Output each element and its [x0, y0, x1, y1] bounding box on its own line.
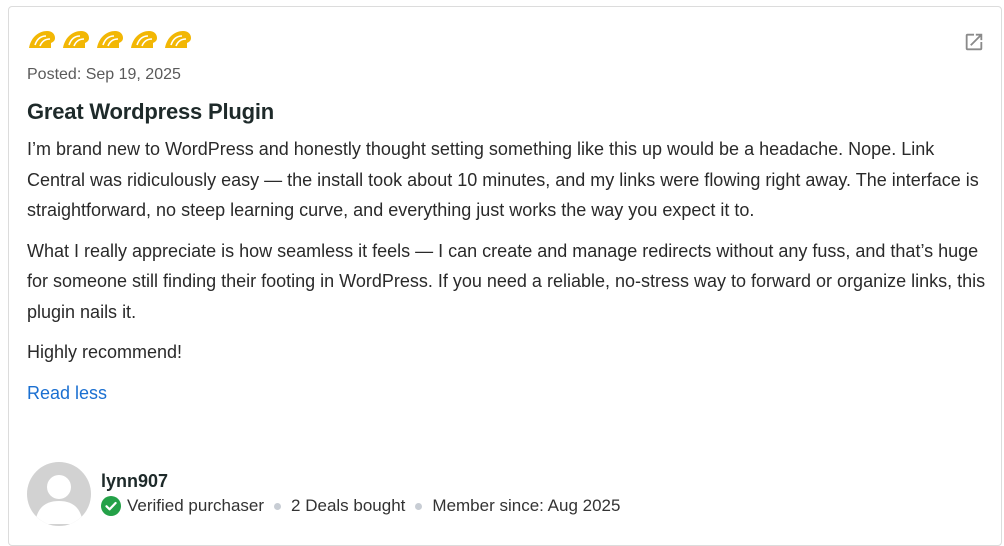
taco-star-icon: [97, 31, 123, 48]
taco-star-icon: [29, 31, 55, 48]
deals-bought-label: 2 Deals bought: [291, 496, 406, 515]
reviewer-info: lynn907 Verified purchaser 2 Deals bough…: [101, 462, 620, 516]
read-less-link[interactable]: Read less: [27, 378, 107, 408]
member-since-label: Member since: Aug 2025: [432, 496, 621, 515]
reviewer-meta: Verified purchaser 2 Deals bought Member…: [101, 496, 620, 516]
review-paragraph: I’m brand new to WordPress and honestly …: [27, 139, 979, 220]
check-circle-icon: [101, 496, 121, 516]
verified-purchaser-label: Verified purchaser: [127, 496, 265, 515]
taco-star-icon: [165, 31, 191, 48]
review-paragraph: What I really appreciate is how seamless…: [27, 240, 986, 322]
taco-star-icon: [63, 31, 89, 48]
posted-date: Posted: Sep 19, 2025: [27, 66, 181, 83]
taco-star-icon: [131, 31, 157, 48]
external-link-icon[interactable]: [963, 31, 985, 53]
separator-dot: [415, 502, 423, 510]
review-title: Great Wordpress Plugin: [27, 99, 275, 124]
user-avatar-icon: [35, 475, 83, 524]
reviewer: lynn907 Verified purchaser 2 Deals bough…: [27, 462, 620, 526]
rating-stars: [27, 28, 193, 52]
separator-dot: [274, 502, 282, 510]
review-card: Posted: Sep 19, 2025 Great Wordpress Plu…: [8, 6, 1002, 546]
avatar: [27, 462, 91, 526]
review-paragraph: Highly recommend!: [27, 342, 183, 362]
review-body: I’m brand new to WordPress and honestly …: [27, 134, 987, 408]
reviewer-username[interactable]: lynn907: [101, 469, 620, 493]
